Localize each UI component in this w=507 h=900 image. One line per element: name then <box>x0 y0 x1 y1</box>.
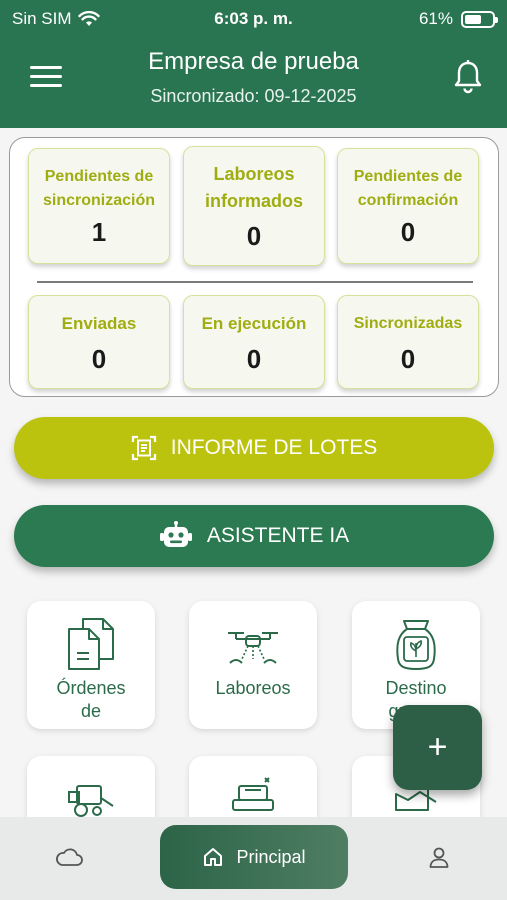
stat-value: 0 <box>400 344 416 374</box>
sync-status: Sincronizado: 09-12-2025 <box>150 86 357 106</box>
battery-info: 61% <box>418 9 498 29</box>
stat-label: sincronización <box>42 192 156 209</box>
battery-icon <box>461 10 498 28</box>
stat-value: 0 <box>91 344 107 374</box>
stat-label: Enviadas <box>61 314 137 333</box>
stat-laboreos[interactable]: Laboreos informados 0 <box>183 146 325 266</box>
drone-icon <box>228 632 278 664</box>
status-bar: Sin SIM 6:03 p. m. 61% <box>0 0 507 38</box>
stat-value: 1 <box>91 217 107 247</box>
stat-label: Sincronizadas <box>353 315 463 332</box>
bottom-nav: Principal <box>0 817 507 900</box>
stat-value: 0 <box>246 221 262 251</box>
add-fab-button[interactable]: + <box>393 705 482 790</box>
user-icon <box>429 847 449 868</box>
stat-label: En ejecución <box>201 314 307 333</box>
ai-assistant-button[interactable]: ASISTENTE IA <box>14 505 494 567</box>
cloud-icon <box>56 848 83 866</box>
nav-sync[interactable] <box>54 845 84 869</box>
tile-label: Laboreos <box>215 678 291 698</box>
stat-pending-confirm[interactable]: Pendientes de confirmación 0 <box>337 148 479 264</box>
documents-icon <box>68 618 114 670</box>
grain-bag-icon <box>396 620 436 670</box>
stat-label: Pendientes de <box>353 168 463 185</box>
stat-pending-sync[interactable]: Pendientes de sincronización 1 <box>28 148 170 264</box>
app-header: Empresa de prueba Sincronizado: 09-12-20… <box>0 38 507 128</box>
stat-value: 0 <box>400 217 416 247</box>
nav-home-label: Principal <box>236 846 306 867</box>
tile-label: de <box>80 701 102 721</box>
ai-assistant-label: ASISTENTE IA <box>206 524 350 547</box>
stat-in-progress[interactable]: En ejecución 0 <box>183 295 325 389</box>
stat-label: confirmación <box>357 192 459 209</box>
stat-label: Laboreos <box>213 164 295 184</box>
stat-label: informados <box>204 191 303 211</box>
stat-synced[interactable]: Sincronizadas 0 <box>337 295 479 389</box>
robot-icon <box>159 521 192 547</box>
nav-profile[interactable] <box>427 845 451 871</box>
nav-home[interactable]: Principal <box>160 825 348 889</box>
tile-orders[interactable]: Órdenes de <box>27 601 155 729</box>
company-title: Empresa de prueba <box>148 48 359 75</box>
notifications-button[interactable] <box>453 59 483 94</box>
bell-icon <box>454 59 482 94</box>
home-icon <box>204 848 223 866</box>
document-scan-icon <box>131 435 156 461</box>
stat-label: Pendientes de <box>44 168 154 185</box>
tile-label: Destino <box>385 678 447 698</box>
stats-panel: Pendientes de sincronización 1 Laboreos … <box>9 137 499 397</box>
seeder-icon <box>232 777 274 811</box>
tile-laboreos[interactable]: Laboreos <box>189 601 317 729</box>
stat-value: 0 <box>246 344 262 374</box>
harvester-icon <box>68 785 114 817</box>
tile-label: Órdenes <box>56 678 126 698</box>
divider <box>37 281 473 283</box>
battery-percent: 61% <box>418 9 453 28</box>
stat-sent[interactable]: Enviadas 0 <box>28 295 170 389</box>
lots-report-label: INFORME DE LOTES <box>170 436 378 459</box>
lots-report-button[interactable]: INFORME DE LOTES <box>14 417 494 479</box>
plus-icon: + <box>427 728 448 766</box>
